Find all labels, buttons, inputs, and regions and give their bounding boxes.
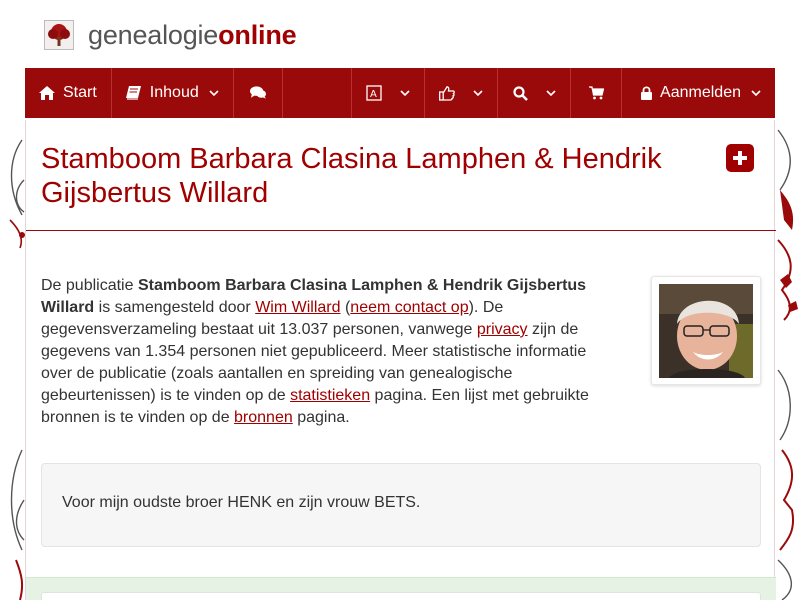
chevron-down-icon: [209, 88, 219, 98]
home-icon: [39, 85, 55, 101]
author-link[interactable]: Wim Willard: [255, 299, 340, 316]
author-photo-frame[interactable]: [651, 276, 761, 385]
logo-text-regular: genealogie: [88, 19, 219, 50]
chevron-down-icon: [751, 88, 761, 98]
sources-link[interactable]: bronnen: [234, 409, 293, 426]
site-logo[interactable]: genealogieonline: [44, 19, 297, 51]
nav-language[interactable]: A: [352, 68, 426, 118]
next-section-strip: [26, 577, 776, 600]
decorative-ornament-right: [774, 120, 800, 600]
nav-start-label: Start: [63, 84, 97, 101]
comments-icon: [249, 85, 266, 101]
nav-aanmelden-label: Aanmelden: [660, 84, 741, 101]
nav-like[interactable]: [425, 68, 499, 118]
logo-text-bold: online: [218, 19, 297, 50]
page-title: Stamboom Barbara Clasina Lamphen & Hendr…: [41, 143, 662, 209]
cart-icon: [588, 85, 604, 101]
title-divider: [26, 230, 776, 231]
tree-icon: [44, 20, 74, 50]
lock-icon: [638, 85, 654, 101]
nav-search[interactable]: [498, 68, 572, 118]
nav-aanmelden[interactable]: Aanmelden: [622, 68, 775, 118]
chevron-down-icon: [546, 88, 556, 98]
intro-text-1: De publicatie: [41, 277, 138, 294]
translate-icon: A: [366, 85, 382, 101]
decorative-ornament-left: [0, 120, 26, 600]
privacy-link[interactable]: privacy: [477, 321, 528, 338]
book-icon: [126, 85, 142, 101]
intro-text-3: (: [340, 299, 351, 316]
logo-wordmark: genealogieonline: [88, 19, 297, 51]
chevron-down-icon: [400, 88, 410, 98]
nav-start[interactable]: Start: [25, 68, 112, 118]
add-button[interactable]: [726, 144, 754, 172]
publication-intro: De publicatie Stamboom Barbara Clasina L…: [41, 275, 596, 429]
dedication-text: Voor mijn oudste broer HENK en zijn vrou…: [62, 494, 421, 511]
contact-link[interactable]: neem contact op: [350, 299, 468, 316]
intro-text-7: pagina.: [292, 409, 350, 426]
intro-text-2: is samengesteld door: [94, 299, 256, 316]
chevron-down-icon: [473, 88, 483, 98]
nav-inhoud[interactable]: Inhoud: [112, 68, 234, 118]
nav-spacer: [283, 68, 353, 118]
search-icon: [512, 85, 528, 101]
main-card: Stamboom Barbara Clasina Lamphen & Hendr…: [25, 120, 776, 600]
author-photo: [659, 284, 753, 378]
next-section-panel: [41, 592, 761, 600]
main-navbar: Start Inhoud A Aanmelden: [25, 68, 775, 118]
dedication-panel: Voor mijn oudste broer HENK en zijn vrou…: [41, 463, 761, 547]
plus-icon: [733, 151, 747, 165]
nav-shop[interactable]: [571, 68, 623, 118]
svg-text:A: A: [370, 89, 377, 100]
statistics-link[interactable]: statistieken: [290, 387, 370, 404]
thumbs-up-icon: [439, 85, 455, 101]
nav-inhoud-label: Inhoud: [149, 84, 199, 101]
nav-forum[interactable]: [234, 68, 283, 118]
